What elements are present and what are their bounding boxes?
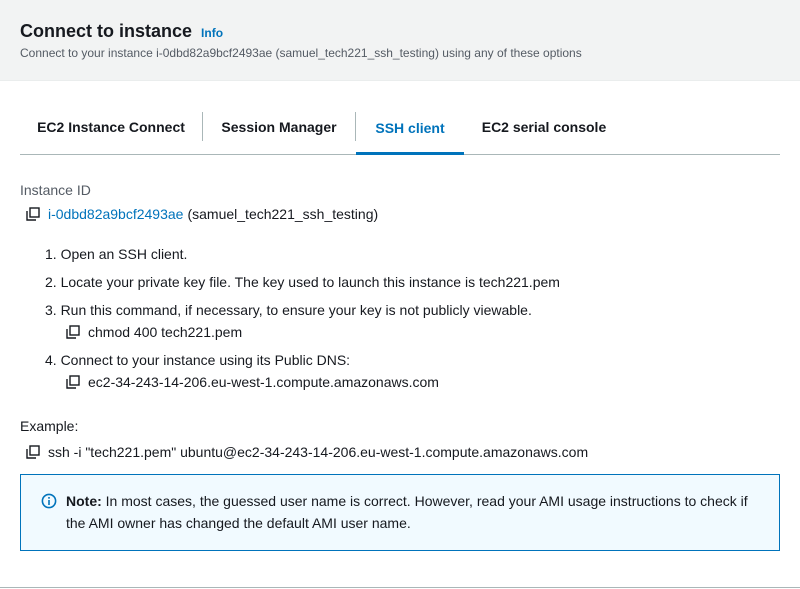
instance-id-link[interactable]: i-0dbd82a9bcf2493ae	[48, 205, 183, 223]
example-label: Example:	[20, 418, 79, 434]
page-subtitle: Connect to your instance i-0dbd82a9bcf24…	[20, 46, 582, 60]
tab-ec2-serial-console[interactable]: EC2 serial console	[468, 100, 620, 154]
tab-ssh-client[interactable]: SSH client	[356, 100, 464, 155]
step-3: 3. Run this command, if necessary, to en…	[45, 302, 532, 318]
step-2: 2. Locate your private key file. The key…	[45, 274, 560, 290]
note-text: Note: In most cases, the guessed user na…	[66, 490, 766, 534]
copy-icon[interactable]	[66, 375, 80, 389]
connection-tabs: EC2 Instance Connect Session Manager SSH…	[20, 100, 780, 155]
copy-icon[interactable]	[66, 325, 80, 339]
info-circle-icon	[41, 493, 57, 509]
copy-icon[interactable]	[26, 445, 40, 459]
example-command-row: ssh -i "tech221.pem" ubuntu@ec2-34-243-1…	[26, 443, 588, 461]
page-header: Connect to instance Info Connect to your…	[0, 0, 800, 81]
step-4: 4. Connect to your instance using its Pu…	[45, 352, 351, 368]
public-dns-row: ec2-34-243-14-206.eu-west-1.compute.amaz…	[66, 373, 439, 391]
tab-session-manager[interactable]: Session Manager	[203, 100, 355, 154]
copy-icon[interactable]	[26, 207, 40, 221]
instance-id-label: Instance ID	[20, 182, 91, 198]
header-title-row: Connect to instance Info	[20, 20, 223, 42]
tab-ec2-instance-connect[interactable]: EC2 Instance Connect	[20, 100, 202, 154]
example-command: ssh -i "tech221.pem" ubuntu@ec2-34-243-1…	[48, 444, 589, 460]
instance-name: (samuel_tech221_ssh_testing)	[187, 206, 379, 222]
chmod-command-row: chmod 400 tech221.pem	[66, 323, 242, 341]
instance-id-row: i-0dbd82a9bcf2493ae (samuel_tech221_ssh_…	[26, 205, 378, 223]
step-1: 1. Open an SSH client.	[45, 246, 188, 262]
info-link[interactable]: Info	[201, 26, 223, 40]
note-body: In most cases, the guessed user name is …	[66, 493, 748, 531]
public-dns: ec2-34-243-14-206.eu-west-1.compute.amaz…	[88, 374, 439, 390]
chmod-command: chmod 400 tech221.pem	[88, 324, 243, 340]
footer-divider	[0, 587, 800, 588]
info-alert: Note: In most cases, the guessed user na…	[20, 474, 780, 551]
note-label: Note:	[66, 493, 102, 509]
page-title: Connect to instance	[20, 21, 193, 41]
